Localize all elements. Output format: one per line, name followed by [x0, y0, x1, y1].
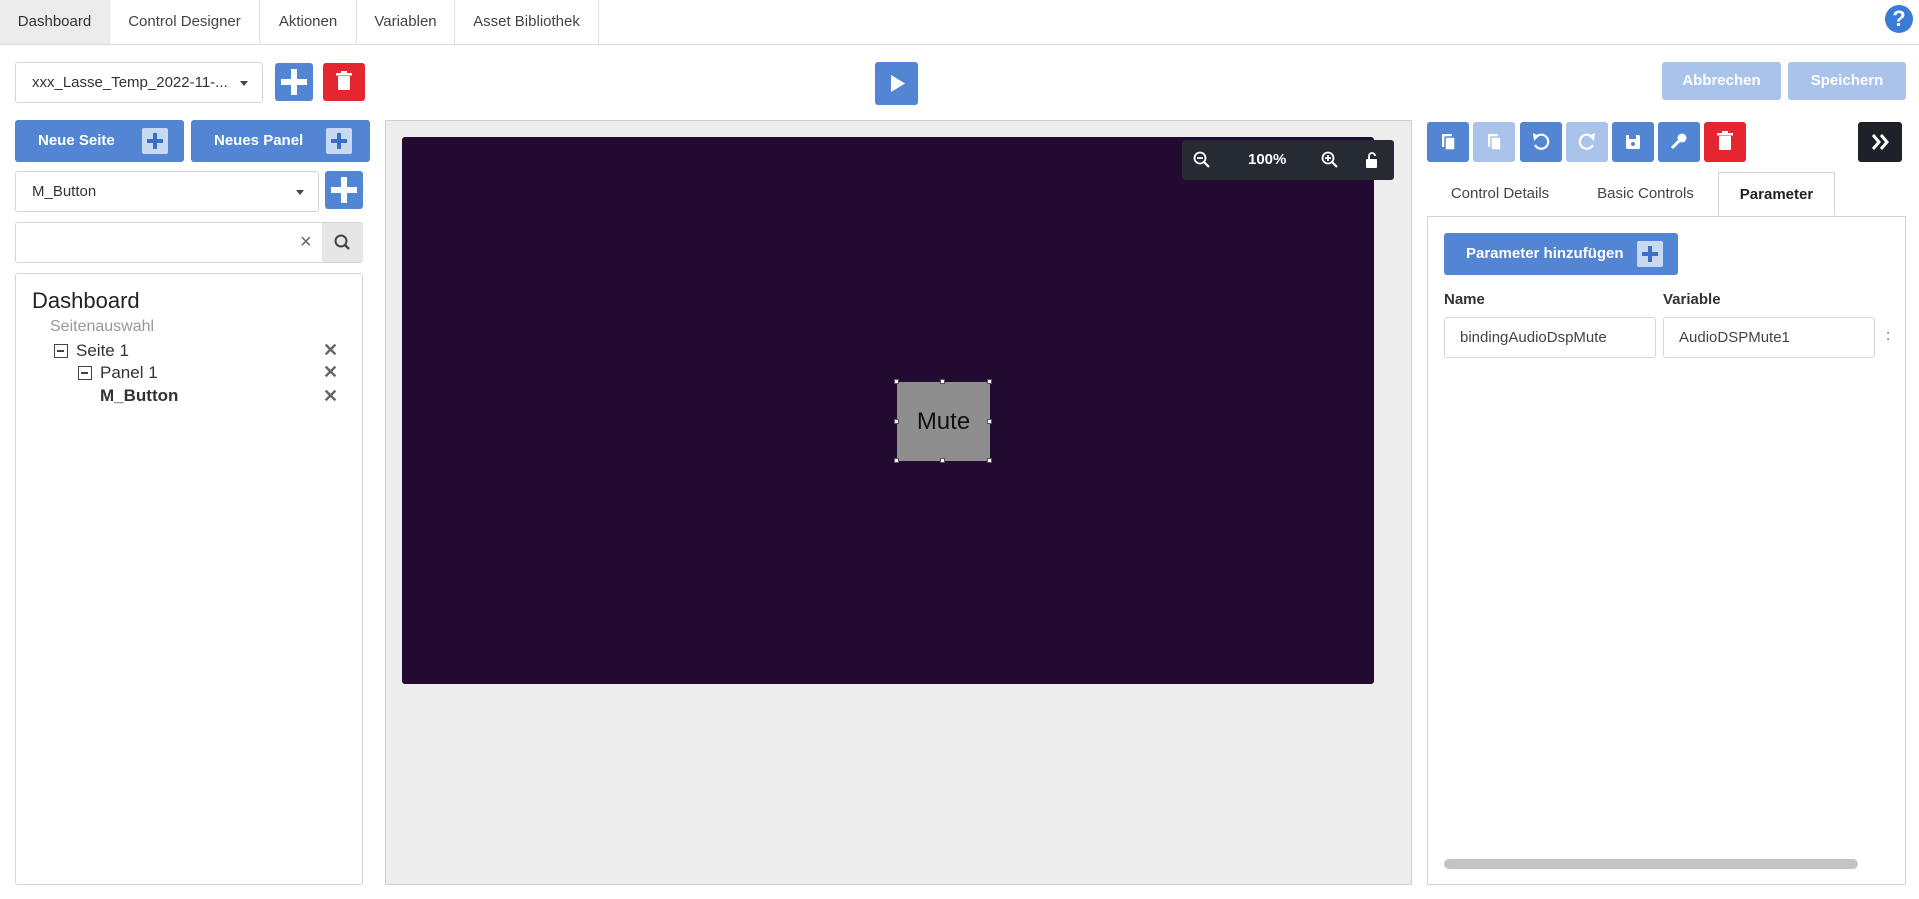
zoom-level: 100% [1248, 151, 1287, 168]
tab-parameter[interactable]: Parameter [1718, 172, 1835, 216]
mute-control[interactable]: Mute [897, 382, 990, 461]
unlock-icon[interactable] [1362, 150, 1382, 170]
control-select[interactable]: M_Button [15, 171, 319, 212]
resize-handle[interactable] [940, 379, 945, 384]
undo-button[interactable] [1520, 122, 1562, 162]
resize-handle[interactable] [987, 419, 992, 424]
zoom-out-icon[interactable] [1192, 150, 1212, 170]
tab-dashboard[interactable]: Dashboard [0, 0, 110, 44]
resize-handle[interactable] [987, 379, 992, 384]
column-header-variable: Variable [1663, 291, 1721, 308]
project-select-value: xxx_Lasse_Temp_2022-11-... [32, 74, 228, 91]
chevron-down-icon [296, 189, 304, 195]
trash-icon [336, 71, 352, 90]
cancel-button[interactable]: Abbrechen [1662, 62, 1781, 100]
column-header-name: Name [1444, 291, 1485, 308]
resize-handle[interactable] [894, 458, 899, 463]
new-panel-label: Neues Panel [214, 132, 304, 149]
delete-project-button[interactable] [323, 63, 365, 101]
tree-item-panel[interactable]: Panel 1 [100, 363, 158, 383]
search-box: × [15, 222, 363, 263]
overflow-indicator: : [1886, 327, 1891, 344]
tree-item-control[interactable]: M_Button [100, 386, 178, 406]
control-select-value: M_Button [32, 183, 97, 200]
key-icon [1670, 133, 1687, 150]
new-page-button[interactable]: Neue Seite [15, 120, 184, 162]
resize-handle[interactable] [894, 379, 899, 384]
resize-handle[interactable] [987, 458, 992, 463]
search-icon [334, 234, 350, 250]
resize-handle[interactable] [894, 419, 899, 424]
plus-icon [326, 128, 352, 154]
delete-control-button[interactable] [1704, 122, 1746, 162]
tree-subtitle: Seitenauswahl [50, 318, 155, 335]
tree-title: Dashboard [32, 288, 140, 313]
tab-control-details[interactable]: Control Details [1427, 172, 1573, 216]
plus-icon [142, 128, 168, 154]
trash-icon [1717, 131, 1733, 150]
tab-basic-controls[interactable]: Basic Controls [1573, 172, 1718, 216]
page-stage[interactable]: Mute 100% [402, 137, 1394, 684]
add-parameter-button[interactable]: Parameter hinzufügen [1444, 233, 1678, 275]
close-icon[interactable]: ✕ [323, 362, 338, 383]
play-icon [891, 75, 905, 92]
zoom-toolbar: 100% [1182, 140, 1394, 180]
tab-variablen[interactable]: Variablen [357, 0, 455, 44]
copy-icon [1442, 134, 1456, 151]
resize-handle[interactable] [940, 458, 945, 463]
paste-icon [1488, 134, 1502, 151]
new-panel-button[interactable]: Neues Panel [191, 120, 370, 162]
search-button[interactable] [322, 223, 363, 262]
horizontal-scrollbar[interactable] [1444, 859, 1858, 869]
redo-button[interactable] [1566, 122, 1608, 162]
search-input[interactable] [16, 223, 306, 262]
param-name-field[interactable]: bindingAudioDspMute [1444, 317, 1656, 358]
save-button[interactable]: Speichern [1788, 62, 1906, 100]
parameter-panel: Parameter hinzufügen Name Variable bindi… [1427, 216, 1906, 885]
clear-icon[interactable]: × [300, 223, 312, 262]
paste-button[interactable] [1473, 122, 1515, 162]
key-button[interactable] [1658, 122, 1700, 162]
close-icon[interactable]: ✕ [323, 386, 338, 407]
double-chevron-right-icon [1871, 134, 1889, 150]
add-parameter-label: Parameter hinzufügen [1466, 245, 1624, 262]
collapse-icon[interactable] [54, 344, 68, 358]
add-project-button[interactable] [275, 63, 313, 101]
close-icon[interactable]: ✕ [323, 340, 338, 361]
play-button[interactable] [875, 62, 918, 105]
tab-asset-bibliothek[interactable]: Asset Bibliothek [455, 0, 599, 44]
new-page-label: Neue Seite [38, 132, 115, 149]
help-icon[interactable]: ? [1885, 5, 1913, 33]
tab-aktionen[interactable]: Aktionen [260, 0, 357, 44]
tree-item-page[interactable]: Seite 1 [76, 341, 129, 361]
top-navigation: Dashboard Control Designer Aktionen Vari… [0, 0, 1919, 45]
zoom-in-icon[interactable] [1320, 150, 1340, 170]
tab-control-designer[interactable]: Control Designer [110, 0, 260, 44]
plus-icon [1637, 241, 1663, 267]
chevron-down-icon [240, 80, 248, 86]
collapse-panel-button[interactable] [1858, 122, 1902, 162]
undo-icon [1533, 133, 1550, 150]
param-variable-field[interactable]: AudioDSPMute1 [1663, 317, 1875, 358]
redo-icon [1578, 133, 1595, 150]
collapse-icon[interactable] [78, 366, 92, 380]
copy-button[interactable] [1427, 122, 1469, 162]
page-tree: Dashboard Seitenauswahl Seite 1 ✕ Panel … [15, 273, 363, 885]
design-canvas: Mute 100% [385, 120, 1412, 885]
floppy-icon [1626, 135, 1640, 149]
project-select[interactable]: xxx_Lasse_Temp_2022-11-... [15, 62, 263, 103]
add-control-button[interactable] [325, 171, 363, 209]
save-control-button[interactable] [1612, 122, 1654, 162]
